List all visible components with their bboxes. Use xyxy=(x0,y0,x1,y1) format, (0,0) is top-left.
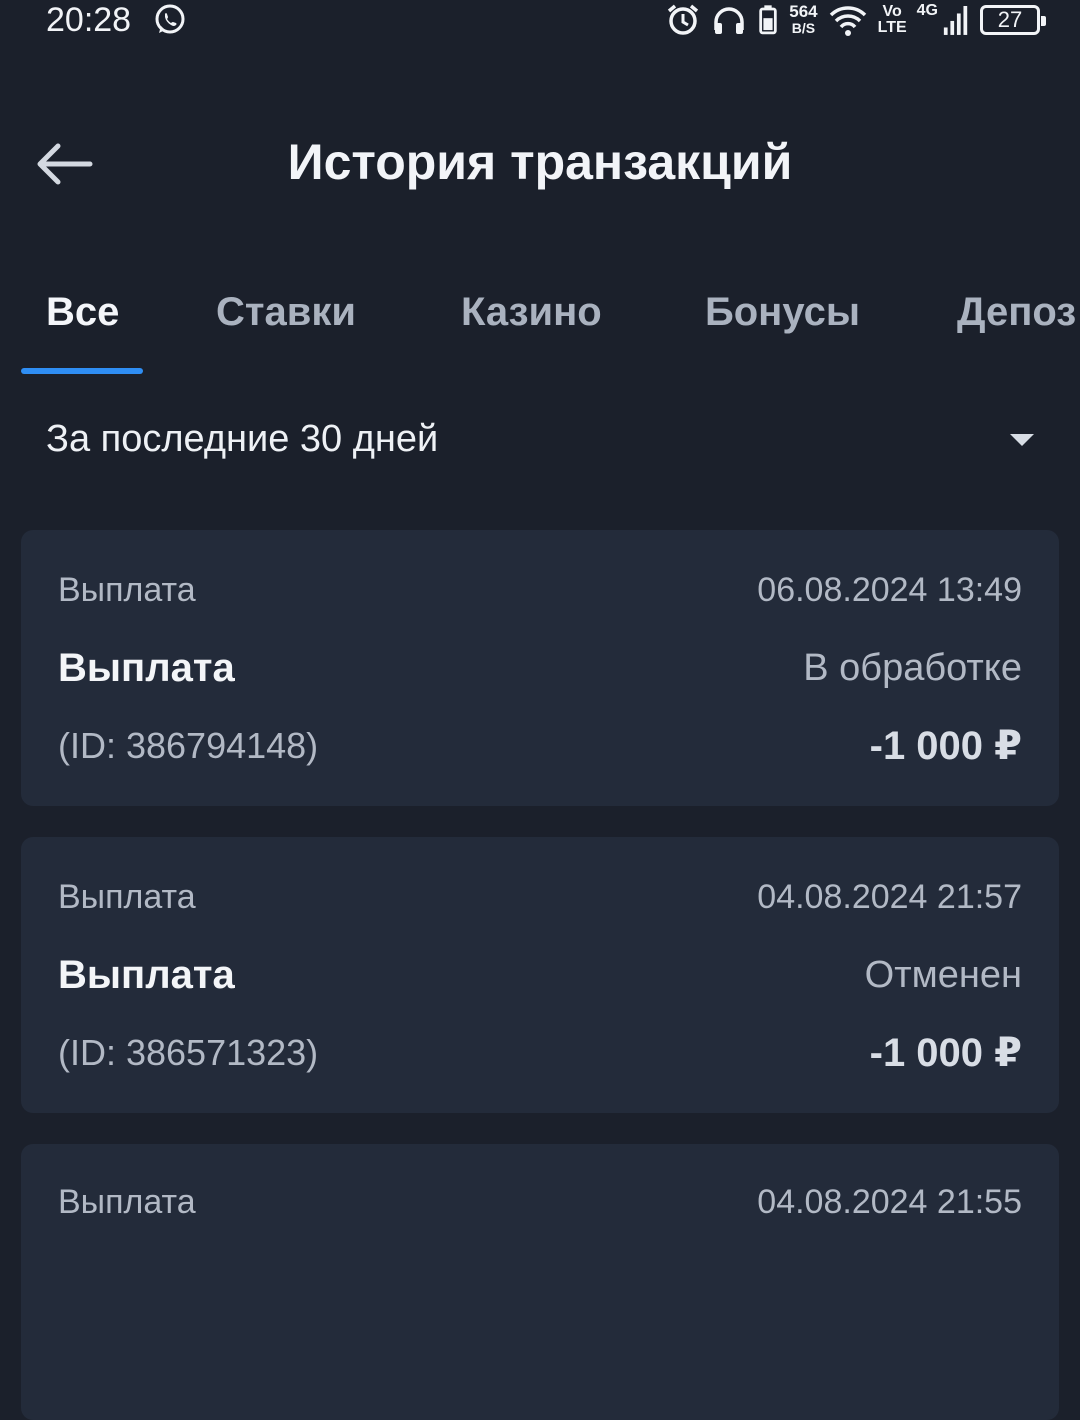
transaction-date: 06.08.2024 13:49 xyxy=(757,571,1022,609)
volte-bottom: LTE xyxy=(877,19,907,36)
tab-deposits[interactable]: Депоз xyxy=(957,282,1076,342)
headphones-icon xyxy=(714,7,744,34)
speed-unit: B/S xyxy=(791,20,816,36)
transaction-name: Выплата xyxy=(58,953,235,997)
tab-bonuses[interactable]: Бонусы xyxy=(705,282,860,342)
network-type: 4G xyxy=(916,2,938,19)
network-speed: 564 B/S xyxy=(789,3,817,37)
volte-indicator: Vo LTE xyxy=(878,4,907,36)
transaction-id: (ID: 386794148) xyxy=(58,725,319,766)
transaction-name: Выплата xyxy=(58,646,235,690)
transaction-card[interactable]: Выплата 06.08.2024 13:49 Выплата В обраб… xyxy=(21,530,1059,806)
transaction-date: 04.08.2024 21:55 xyxy=(757,1183,1022,1221)
alarm-icon xyxy=(668,4,699,35)
volte-top: Vo xyxy=(882,3,902,20)
transaction-type: Выплата xyxy=(58,878,196,916)
status-bar: 20:28 564 B/S Vo LTE 4G 27 xyxy=(0,0,1080,44)
battery-level: 27 xyxy=(997,7,1023,32)
active-tab-indicator xyxy=(21,368,143,374)
tab-bets[interactable]: Ставки xyxy=(216,282,356,342)
period-filter-dropdown[interactable]: За последние 30 дней xyxy=(0,400,1080,480)
whatsapp-icon xyxy=(155,4,185,34)
battery-indicator: 27 xyxy=(980,5,1046,35)
wifi-icon xyxy=(829,6,866,36)
signal-icon xyxy=(943,6,968,35)
transaction-status: В обработке xyxy=(803,647,1022,689)
tab-all[interactable]: Все xyxy=(46,282,119,342)
transaction-amount: -1 000 ₽ xyxy=(869,1031,1022,1075)
transaction-type: Выплата xyxy=(58,571,196,609)
status-time: 20:28 xyxy=(46,1,132,39)
page-title: История транзакций xyxy=(287,134,793,190)
transaction-type: Выплата xyxy=(58,1183,196,1221)
status-icons: 564 B/S Vo LTE 4G 27 xyxy=(665,0,1046,40)
phone-battery-icon xyxy=(759,5,777,35)
tab-casino[interactable]: Казино xyxy=(461,282,602,342)
transaction-card[interactable]: Выплата 04.08.2024 21:57 Выплата Отменен… xyxy=(21,837,1059,1113)
transaction-status: Отменен xyxy=(864,954,1022,996)
speed-value: 564 xyxy=(789,2,818,21)
chevron-down-icon xyxy=(1010,434,1034,446)
transaction-date: 04.08.2024 21:57 xyxy=(757,878,1022,916)
transaction-card[interactable]: Выплата 04.08.2024 21:55 xyxy=(21,1144,1059,1420)
transaction-amount: -1 000 ₽ xyxy=(869,724,1022,768)
tab-bar: Все Ставки Казино Бонусы Депоз xyxy=(0,282,1080,374)
transaction-id: (ID: 386571323) xyxy=(58,1032,319,1073)
period-filter-label: За последние 30 дней xyxy=(46,418,439,460)
